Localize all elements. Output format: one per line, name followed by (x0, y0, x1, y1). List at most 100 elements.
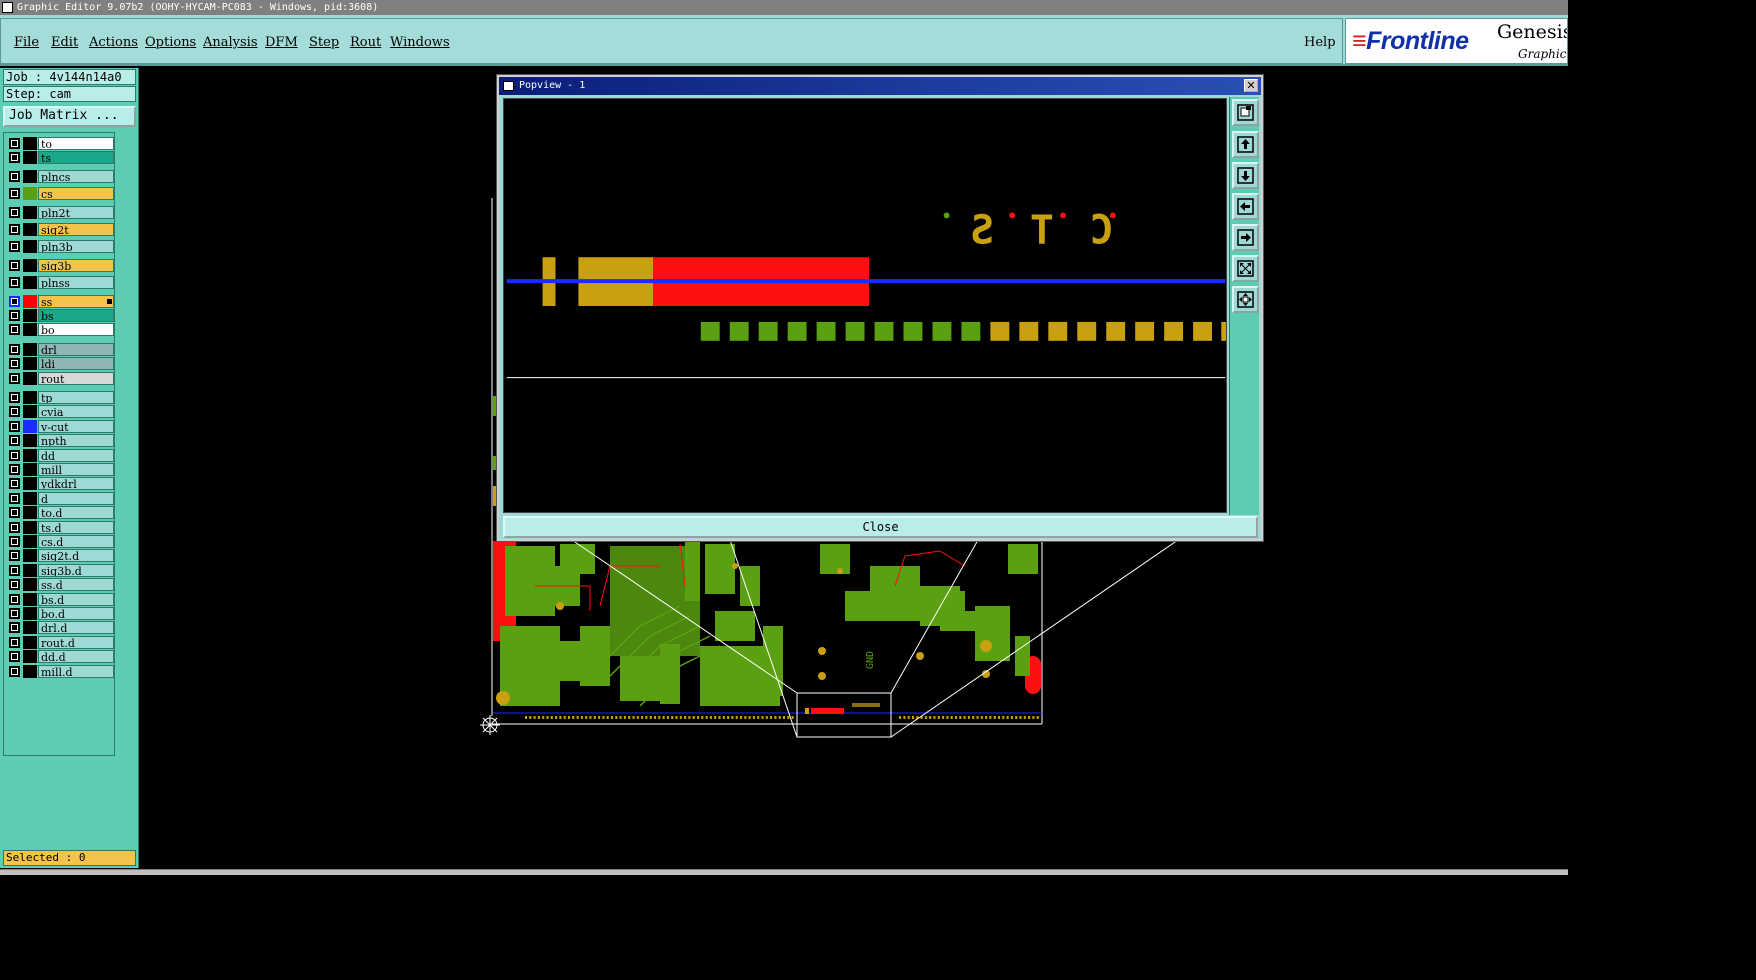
layer-name-label[interactable]: sig2t.d (38, 549, 114, 563)
layer-color-swatch[interactable] (23, 491, 37, 505)
menu-analysis[interactable]: Analysis (203, 35, 258, 50)
layer-name-label[interactable]: rout (38, 371, 114, 385)
layer-name-label[interactable]: drl.d (38, 621, 114, 635)
layer-name-label[interactable]: drl (38, 342, 114, 356)
layer-color-swatch[interactable] (23, 391, 37, 404)
layer-color-swatch[interactable] (23, 240, 37, 254)
layer-name-label[interactable]: ldi (38, 357, 114, 371)
layer-row-ss.d[interactable]: ss.d (7, 578, 114, 592)
zoom-extents-button[interactable] (1232, 255, 1259, 282)
layer-name-label[interactable]: bo (38, 323, 114, 337)
layer-color-swatch[interactable] (23, 419, 37, 433)
layer-row-ydkdrl[interactable]: ydkdrl (7, 477, 114, 491)
datum-marker-icon[interactable] (480, 715, 500, 735)
layer-row-npth[interactable]: npth (7, 434, 114, 448)
layer-name-label[interactable]: rout.d (38, 635, 114, 649)
popview-canvas[interactable]: C T S (503, 98, 1227, 513)
menu-dfm[interactable]: DFM (265, 35, 298, 50)
layer-color-swatch[interactable] (23, 463, 37, 476)
pan-down-button[interactable] (1232, 162, 1259, 189)
layer-color-swatch[interactable] (23, 448, 37, 462)
layer-checkbox[interactable] (9, 358, 20, 370)
layer-color-swatch[interactable] (23, 520, 37, 534)
layer-checkbox[interactable] (9, 170, 20, 182)
layer-name-label[interactable]: v-cut (38, 419, 114, 433)
layer-row-tp[interactable]: tp (7, 391, 114, 404)
layer-row-sig2t[interactable]: sig2t (7, 223, 114, 236)
layer-name-label[interactable]: bs (38, 309, 114, 322)
layer-checkbox[interactable] (9, 536, 20, 547)
layer-checkbox[interactable] (9, 259, 20, 271)
layer-color-swatch[interactable] (23, 137, 37, 150)
layer-color-swatch[interactable] (23, 549, 37, 563)
layer-row-v-cut[interactable]: v-cut (7, 419, 114, 433)
layer-row-drl[interactable]: drl (7, 342, 114, 356)
layer-name-label[interactable]: sig2t (38, 223, 114, 236)
layer-color-swatch[interactable] (23, 258, 37, 272)
layer-row-to.d[interactable]: to.d (7, 506, 114, 520)
layer-name-label[interactable]: pln3b (38, 240, 114, 254)
layer-row-sig2t.d[interactable]: sig2t.d (7, 549, 114, 563)
layer-color-swatch[interactable] (23, 592, 37, 606)
layer-color-swatch[interactable] (23, 607, 37, 620)
zoom-home-button[interactable] (1232, 286, 1259, 313)
layer-name-label[interactable]: tp (38, 391, 114, 404)
layer-name-label[interactable]: ydkdrl (38, 477, 114, 491)
layer-row-cs.d[interactable]: cs.d (7, 535, 114, 548)
popview-close-button[interactable]: Close (503, 516, 1258, 538)
menu-step[interactable]: Step (309, 35, 339, 50)
layer-checkbox[interactable] (9, 665, 20, 677)
layer-name-label[interactable]: d (38, 491, 114, 505)
layer-row-ss[interactable]: ss (7, 294, 114, 308)
layer-color-swatch[interactable] (23, 187, 37, 201)
layer-checkbox[interactable] (9, 324, 20, 336)
layer-row-rout[interactable]: rout (7, 371, 114, 385)
layer-name-label[interactable]: cvia (38, 405, 114, 419)
layer-checkbox[interactable] (9, 206, 20, 218)
layer-checkbox[interactable] (9, 478, 20, 490)
layer-color-swatch[interactable] (23, 342, 37, 356)
layer-row-mill.d[interactable]: mill.d (7, 664, 114, 678)
pan-up-button[interactable] (1232, 131, 1259, 158)
layer-color-swatch[interactable] (23, 323, 37, 337)
layer-checkbox[interactable] (9, 188, 20, 200)
layer-color-swatch[interactable] (23, 169, 37, 183)
layer-name-label[interactable]: dd.d (38, 650, 114, 664)
menu-file[interactable]: File (14, 35, 39, 50)
layer-name-label[interactable]: npth (38, 434, 114, 448)
layer-checkbox[interactable] (9, 579, 20, 591)
layer-checkbox[interactable] (9, 152, 20, 164)
layer-color-swatch[interactable] (23, 371, 37, 385)
layer-name-label[interactable]: to (38, 137, 114, 150)
layer-checkbox[interactable] (9, 295, 20, 307)
layer-name-label[interactable]: mill (38, 463, 114, 476)
layer-checkbox[interactable] (9, 550, 20, 562)
layer-color-swatch[interactable] (23, 309, 37, 322)
layer-color-swatch[interactable] (23, 223, 37, 236)
layer-name-label[interactable]: sig3b.d (38, 563, 114, 577)
layer-color-swatch[interactable] (23, 578, 37, 592)
layer-row-d[interactable]: d (7, 491, 114, 505)
layer-checkbox[interactable] (9, 406, 20, 418)
layer-name-label[interactable]: cs (38, 187, 114, 201)
pan-right-button[interactable] (1232, 224, 1259, 251)
layer-checkbox[interactable] (9, 622, 20, 634)
layer-name-label[interactable]: sig3b (38, 258, 114, 272)
layer-color-swatch[interactable] (23, 650, 37, 664)
layer-color-swatch[interactable] (23, 535, 37, 548)
layer-checkbox[interactable] (9, 564, 20, 576)
layer-name-label[interactable]: plnss (38, 276, 114, 290)
layer-color-swatch[interactable] (23, 405, 37, 419)
layer-checkbox[interactable] (9, 651, 20, 663)
layer-name-label[interactable]: dd (38, 448, 114, 462)
layer-name-label[interactable]: bo.d (38, 607, 114, 620)
layer-row-mill[interactable]: mill (7, 463, 114, 476)
layer-row-plncs[interactable]: plncs (7, 169, 114, 183)
layer-row-drl.d[interactable]: drl.d (7, 621, 114, 635)
layer-color-swatch[interactable] (23, 563, 37, 577)
layer-row-ts[interactable]: ts (7, 151, 114, 165)
layer-checkbox[interactable] (9, 636, 20, 648)
layer-checkbox[interactable] (9, 608, 20, 619)
layer-color-swatch[interactable] (23, 205, 37, 219)
layer-checkbox[interactable] (9, 372, 20, 384)
